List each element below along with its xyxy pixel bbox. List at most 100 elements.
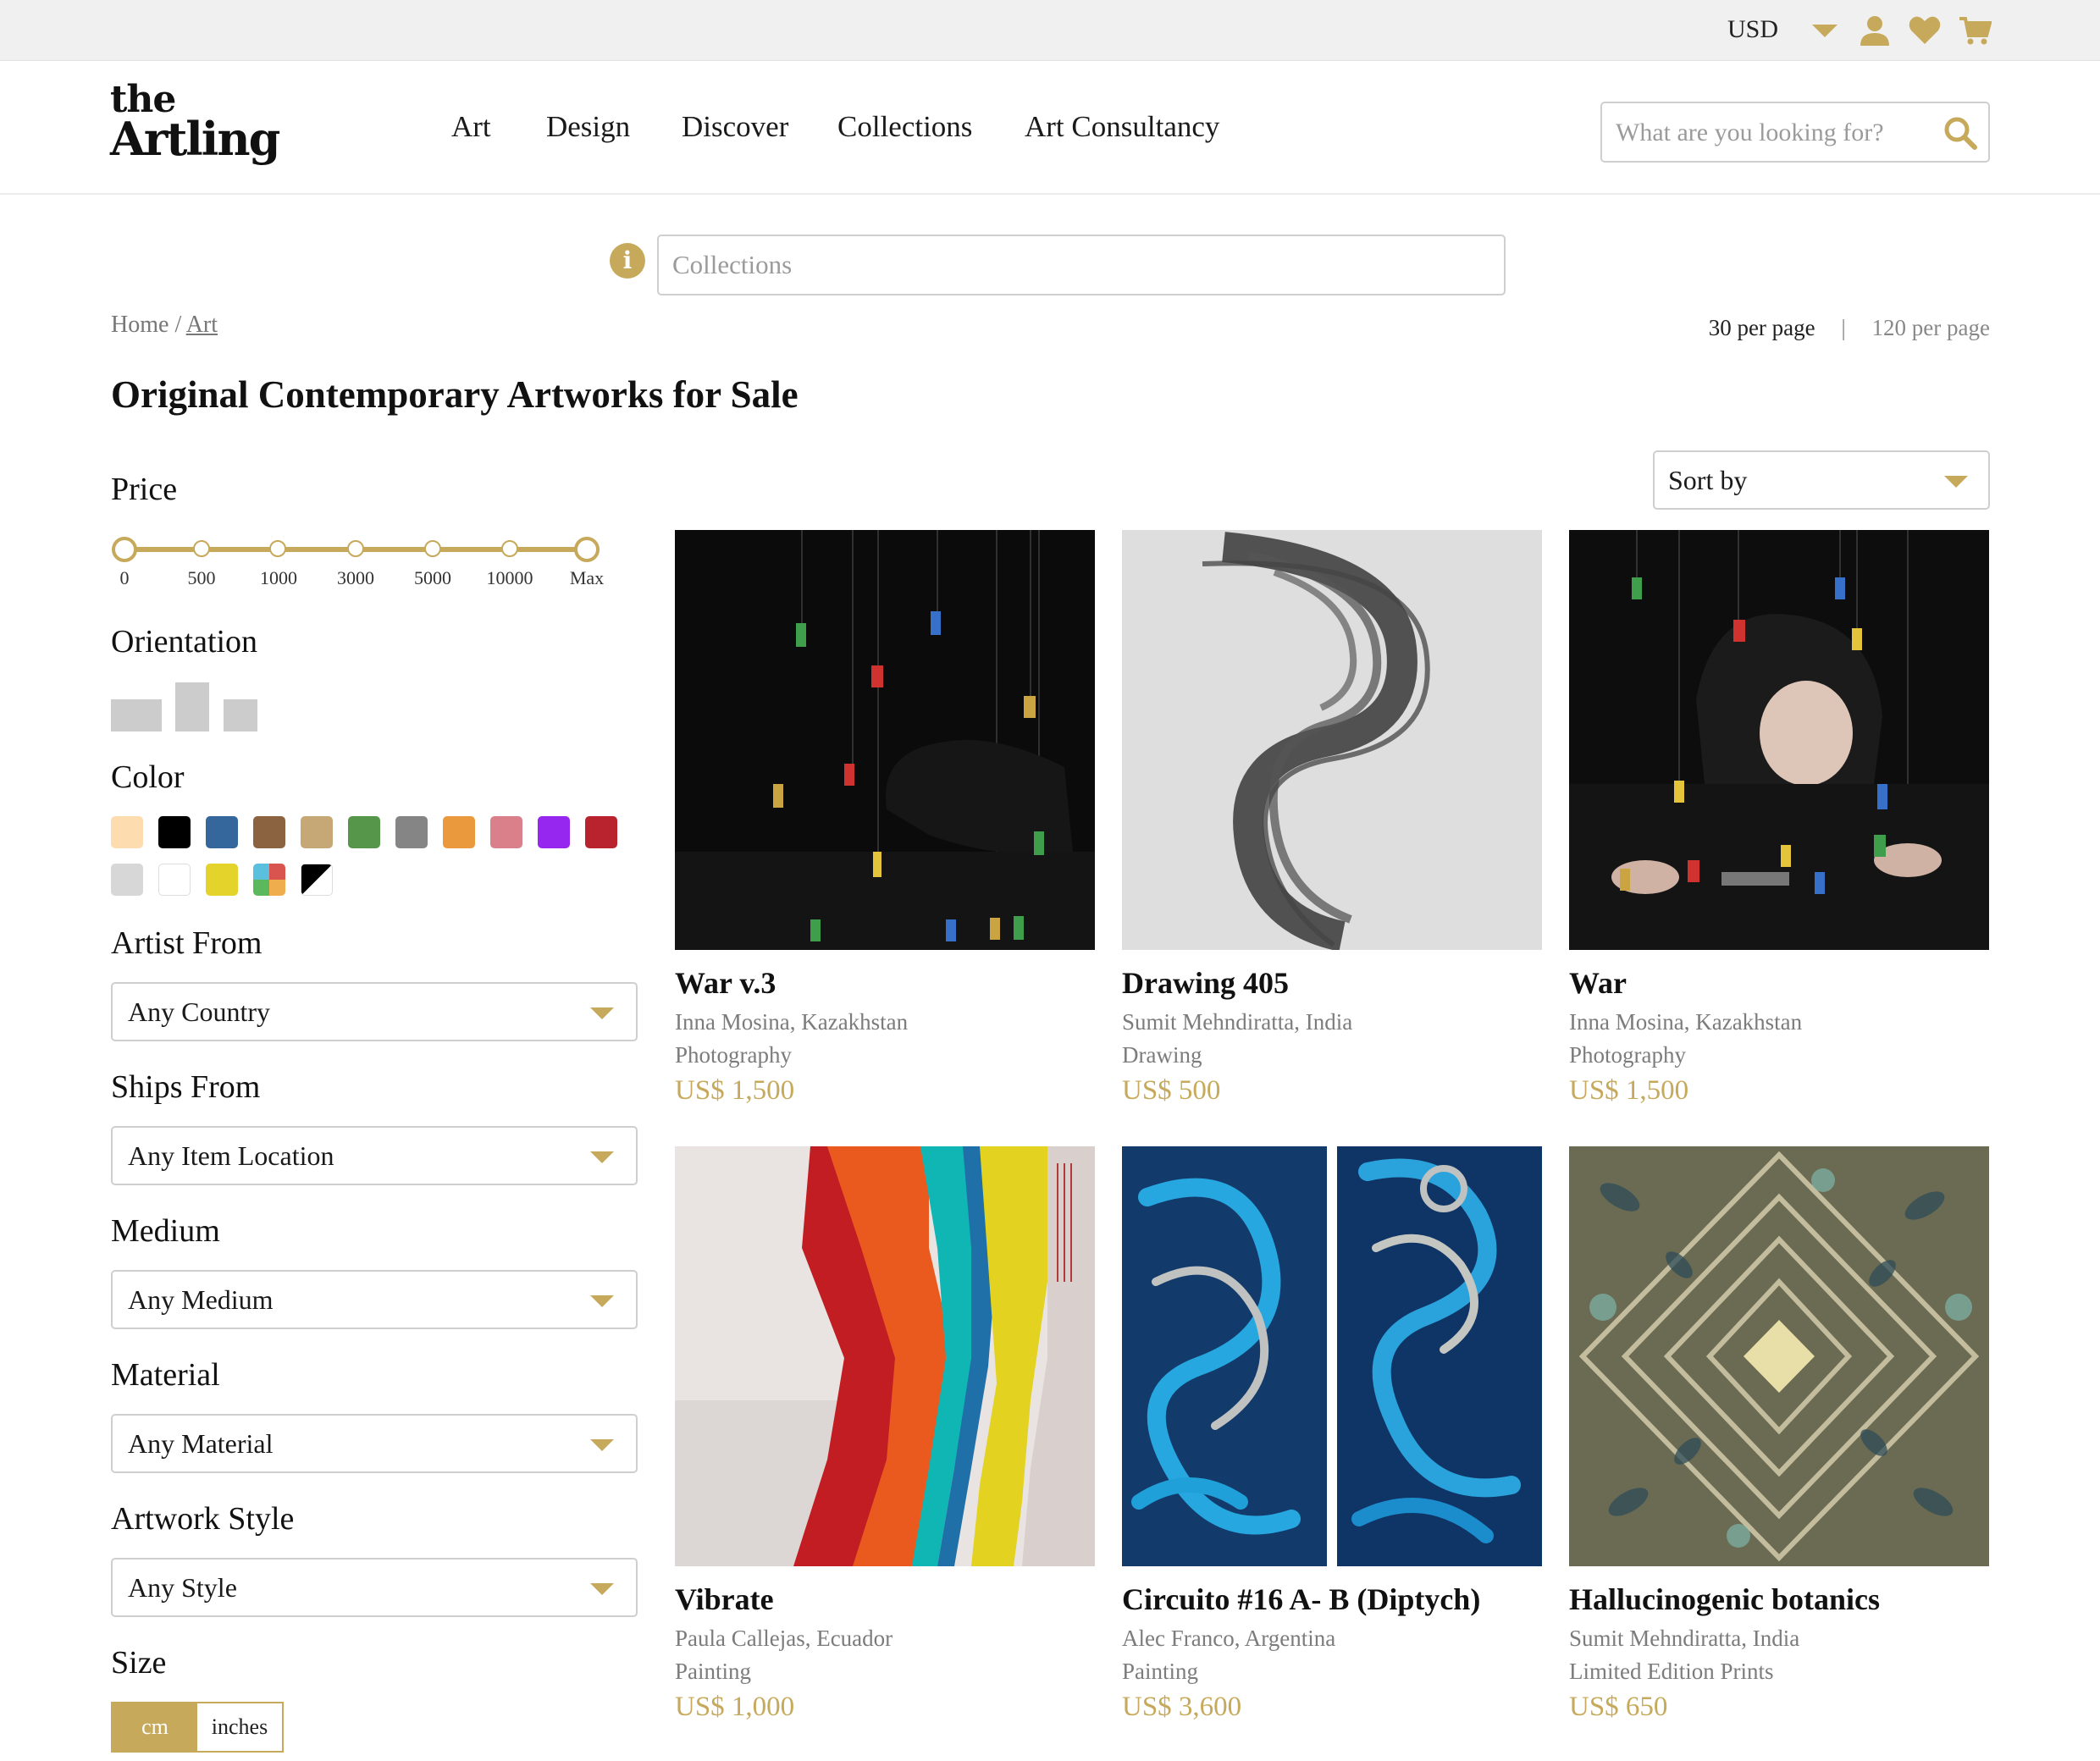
heart-icon[interactable]: [1908, 14, 1942, 47]
product-card[interactable]: Hallucinogenic botanics Sumit Mehndiratt…: [1569, 1146, 1989, 1723]
orientation-landscape[interactable]: [111, 699, 162, 731]
orientation-square[interactable]: [224, 699, 257, 731]
color-swatch[interactable]: [490, 816, 522, 848]
product-medium: Photography: [675, 1042, 792, 1068]
size-unit-toggle: cm inches: [111, 1702, 284, 1753]
sort-select[interactable]: Sort by: [1653, 450, 1990, 510]
product-card[interactable]: Drawing 405 Sumit Mehndiratta, India Dra…: [1122, 530, 1542, 1107]
artwork-style-select[interactable]: Any Style: [111, 1558, 638, 1617]
product-title[interactable]: Vibrate: [675, 1582, 1095, 1617]
color-swatch[interactable]: [585, 816, 617, 848]
product-price: US$ 1,500: [1569, 1075, 1689, 1106]
per-page-30[interactable]: 30 per page: [1709, 315, 1815, 340]
color-swatch[interactable]: [348, 816, 380, 848]
chevron-down-icon: [590, 1439, 614, 1451]
product-title[interactable]: War: [1569, 965, 1989, 1001]
unit-cm-button[interactable]: cm: [113, 1703, 197, 1751]
nav-design[interactable]: Design: [546, 110, 630, 144]
price-slider-stop[interactable]: [269, 540, 286, 557]
artwork-image-hallucinogenic-botanics[interactable]: [1569, 1146, 1989, 1566]
price-slider-min-handle[interactable]: [112, 537, 137, 562]
color-swatch[interactable]: [301, 864, 333, 896]
artwork-image-circuito-16[interactable]: [1122, 1146, 1542, 1566]
price-tick: 3000: [337, 567, 374, 588]
page-title: Original Contemporary Artworks for Sale: [111, 373, 799, 416]
ships-from-select[interactable]: Any Item Location: [111, 1126, 638, 1185]
size-title: Size: [111, 1645, 167, 1681]
user-icon[interactable]: [1858, 14, 1892, 47]
color-swatch[interactable]: [538, 816, 570, 848]
per-page-selector: 30 per page | 120 per page: [1709, 315, 1990, 341]
medium-select[interactable]: Any Medium: [111, 1270, 638, 1329]
price-slider-stop[interactable]: [347, 540, 364, 557]
artist-from-value: Any Country: [128, 996, 270, 1027]
collections-search-input[interactable]: [657, 235, 1506, 295]
product-medium: Painting: [675, 1659, 752, 1684]
product-title[interactable]: War v.3: [675, 965, 1095, 1001]
price-slider-max-handle[interactable]: [574, 537, 600, 562]
color-swatch[interactable]: [111, 816, 143, 848]
color-swatch[interactable]: [253, 816, 285, 848]
search-icon[interactable]: [1942, 115, 1978, 151]
product-card[interactable]: Vibrate Paula Callejas, Ecuador Painting…: [675, 1146, 1095, 1723]
artling-logo[interactable]: the Artling: [110, 81, 280, 163]
product-price: US$ 1,000: [675, 1692, 795, 1722]
orientation-filter-title: Orientation: [111, 624, 258, 660]
search-input[interactable]: [1616, 113, 1929, 152]
artwork-image-war[interactable]: [1569, 530, 1989, 950]
color-swatch[interactable]: [395, 816, 428, 848]
product-card[interactable]: War Inna Mosina, Kazakhstan Photography …: [1569, 530, 1989, 1107]
orientation-portrait[interactable]: [175, 682, 209, 731]
color-swatch[interactable]: [253, 864, 285, 896]
cart-icon[interactable]: [1958, 14, 1992, 47]
material-title: Material: [111, 1357, 220, 1393]
product-artist[interactable]: Inna Mosina, Kazakhstan: [675, 1009, 1095, 1035]
material-select[interactable]: Any Material: [111, 1414, 638, 1473]
info-icon[interactable]: i: [610, 243, 645, 279]
artwork-image-drawing-405[interactable]: [1122, 530, 1542, 950]
color-swatch[interactable]: [443, 816, 475, 848]
price-slider-stop[interactable]: [193, 540, 210, 557]
product-artist[interactable]: Paula Callejas, Ecuador: [675, 1626, 1095, 1652]
product-artist[interactable]: Inna Mosina, Kazakhstan: [1569, 1009, 1989, 1035]
breadcrumb-home[interactable]: Home: [111, 312, 169, 338]
chevron-down-icon: [590, 1151, 614, 1163]
product-medium: Photography: [1569, 1042, 1686, 1068]
color-swatch[interactable]: [158, 864, 191, 896]
artwork-image-war-v3[interactable]: [675, 530, 1095, 950]
currency-selector[interactable]: USD: [1727, 15, 1778, 44]
color-swatch[interactable]: [206, 816, 238, 848]
color-swatch[interactable]: [111, 864, 143, 896]
product-artist[interactable]: Sumit Mehndiratta, India: [1122, 1009, 1542, 1035]
nav-art[interactable]: Art: [451, 110, 491, 144]
product-title[interactable]: Circuito #16 A- B (Diptych): [1122, 1582, 1542, 1617]
per-page-120[interactable]: 120 per page: [1872, 315, 1990, 340]
color-swatch[interactable]: [158, 816, 191, 848]
ships-from-value: Any Item Location: [128, 1140, 334, 1171]
product-title[interactable]: Hallucinogenic botanics: [1569, 1582, 1989, 1617]
price-slider-stop[interactable]: [501, 540, 518, 557]
nav-collections[interactable]: Collections: [837, 110, 972, 144]
artwork-style-value: Any Style: [128, 1572, 237, 1603]
material-value: Any Material: [128, 1428, 274, 1459]
price-tick: 0: [119, 567, 130, 588]
unit-inches-button[interactable]: inches: [197, 1703, 282, 1751]
price-tick: 500: [187, 567, 216, 588]
product-card[interactable]: War v.3 Inna Mosina, Kazakhstan Photogra…: [675, 530, 1095, 1107]
breadcrumb-art[interactable]: Art: [186, 312, 218, 338]
product-artist[interactable]: Sumit Mehndiratta, India: [1569, 1626, 1989, 1652]
breadcrumb: Home / Art: [111, 312, 218, 339]
price-slider-stop[interactable]: [424, 540, 441, 557]
product-artist[interactable]: Alec Franco, Argentina: [1122, 1626, 1542, 1652]
product-title[interactable]: Drawing 405: [1122, 965, 1542, 1001]
product-card[interactable]: Circuito #16 A- B (Diptych) Alec Franco,…: [1122, 1146, 1542, 1723]
artist-from-select[interactable]: Any Country: [111, 982, 638, 1041]
nav-art-consultancy[interactable]: Art Consultancy: [1025, 110, 1219, 144]
color-swatch[interactable]: [301, 816, 333, 848]
nav-discover[interactable]: Discover: [682, 110, 788, 144]
artwork-image-vibrate[interactable]: [675, 1146, 1095, 1566]
chevron-down-icon[interactable]: [1812, 25, 1838, 37]
color-swatch[interactable]: [206, 864, 238, 896]
chevron-down-icon: [590, 1007, 614, 1019]
medium-value: Any Medium: [128, 1284, 274, 1315]
